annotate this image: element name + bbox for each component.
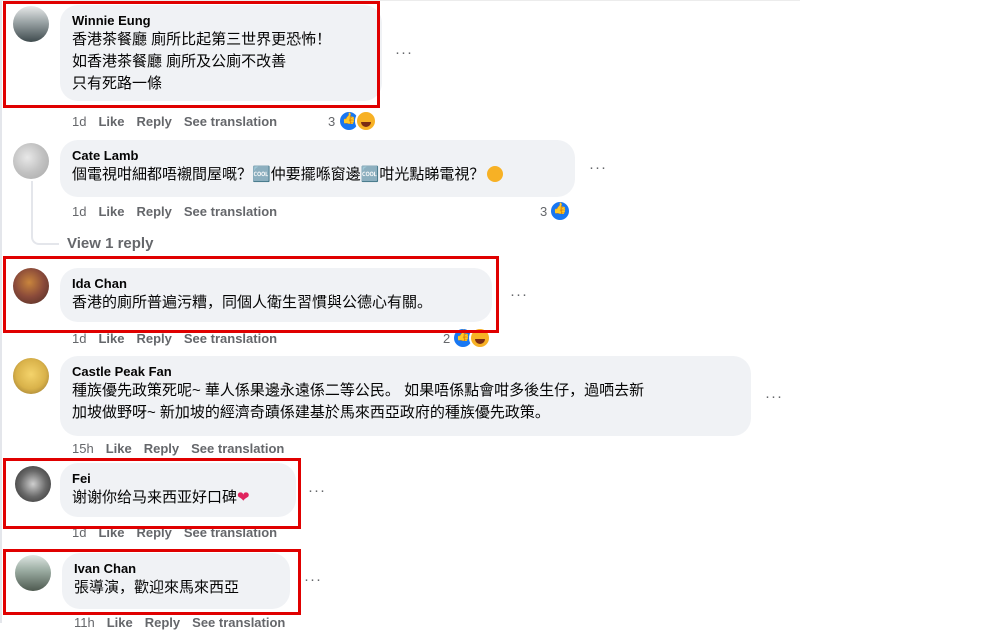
like-button[interactable]: Like <box>107 615 133 631</box>
more-options-icon[interactable]: ··· <box>395 44 413 61</box>
reaction-summary[interactable]: 3 <box>328 110 378 132</box>
reaction-count: 3 <box>328 113 336 129</box>
more-options-icon[interactable]: ··· <box>765 388 783 405</box>
comment-time[interactable]: 1d <box>72 204 86 220</box>
reply-button[interactable]: Reply <box>144 441 179 457</box>
like-button[interactable]: Like <box>106 441 132 457</box>
comment-author[interactable]: Castle Peak Fan <box>72 364 739 380</box>
more-options-icon[interactable]: ··· <box>510 286 528 303</box>
comment-time[interactable]: 15h <box>72 441 94 457</box>
avatar[interactable] <box>13 358 49 394</box>
more-options-icon[interactable]: ··· <box>308 482 326 499</box>
reply-thread-line <box>31 181 59 245</box>
comment-bubble: Cate Lamb 個電視咁細都唔襯間屋嘅？🆒仲要擺喺窗邊🆒咁光點睇電視？ <box>60 140 575 197</box>
comment-text-line: 加坡做野呀~ 新加坡的經濟奇蹟係建基於馬來西亞政府的種族優先政策。 <box>72 404 550 421</box>
highlight-box <box>3 256 499 333</box>
comment-time[interactable]: 1d <box>72 331 86 347</box>
comment-time[interactable]: 1d <box>72 114 86 130</box>
like-button[interactable]: Like <box>98 331 124 347</box>
reaction-count: 3 <box>540 203 548 219</box>
reply-button[interactable]: Reply <box>136 204 171 220</box>
highlight-box <box>3 549 301 615</box>
view-replies-link[interactable]: View 1 reply <box>67 235 153 252</box>
reply-button[interactable]: Reply <box>136 114 171 130</box>
see-translation-link[interactable]: See translation <box>191 441 284 457</box>
comment-actions: 15h Like Reply See translation <box>72 441 296 457</box>
highlight-box <box>3 1 380 108</box>
avatar[interactable] <box>13 143 49 179</box>
comment-text-line: 種族優先政策死呢~ 華人係果邊永遠係二等公民。 如果唔係點會咁多後生仔，過哂去新 <box>72 382 645 399</box>
comment-actions: 1d Like Reply See translation <box>72 114 289 130</box>
comment-actions: 11h Like Reply See translation <box>74 615 297 631</box>
comment-actions: 1d Like Reply See translation <box>72 204 289 220</box>
see-translation-link[interactable]: See translation <box>184 114 277 130</box>
comment-bubble: Castle Peak Fan 種族優先政策死呢~ 華人係果邊永遠係二等公民。 … <box>60 356 751 436</box>
like-button[interactable]: Like <box>98 114 124 130</box>
grinning-emoji-icon <box>487 166 504 182</box>
page-left-border <box>0 0 2 623</box>
more-options-icon[interactable]: ··· <box>304 571 322 588</box>
like-button[interactable]: Like <box>98 204 124 220</box>
comment-actions: 1d Like Reply See translation <box>72 331 289 347</box>
reaction-summary[interactable]: 3 <box>540 200 572 222</box>
see-translation-link[interactable]: See translation <box>192 615 285 631</box>
like-icon <box>549 200 572 222</box>
reply-button[interactable]: Reply <box>145 615 180 631</box>
haha-icon <box>355 110 378 132</box>
see-translation-link[interactable]: See translation <box>184 331 277 347</box>
reply-button[interactable]: Reply <box>136 331 171 347</box>
comment-text-line: 個電視咁細都唔襯間屋嘅？🆒仲要擺喺窗邊🆒咁光點睇電視？ <box>72 164 563 186</box>
comment-text: 個電視咁細都唔襯間屋嘅？🆒仲要擺喺窗邊🆒咁光點睇電視？ <box>72 166 485 183</box>
comment-time[interactable]: 11h <box>74 615 95 631</box>
more-options-icon[interactable]: ··· <box>589 159 607 176</box>
highlight-box <box>3 458 301 529</box>
see-translation-link[interactable]: See translation <box>184 204 277 220</box>
comment-author[interactable]: Cate Lamb <box>72 148 563 164</box>
